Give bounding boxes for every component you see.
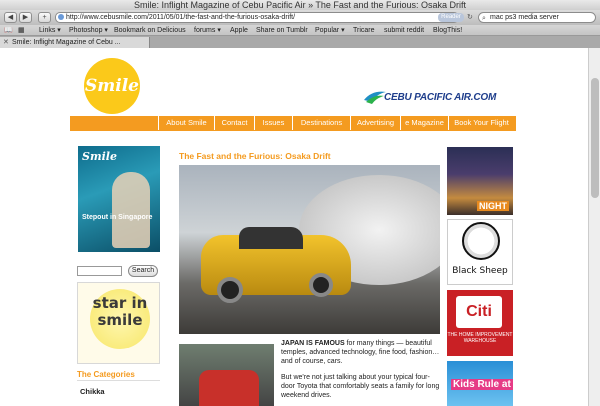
nav-book-your-flight[interactable]: Book Your Flight <box>448 116 514 130</box>
nav-about-smile[interactable]: About Smile <box>158 116 214 130</box>
ad-black-sheep-label: Black Sheep <box>452 266 508 276</box>
car-wheel-rear <box>309 273 333 297</box>
tab-smile[interactable]: ✕ Smile: Inflight Magazine of Cebu ... <box>0 37 150 48</box>
tab-bar: ✕ Smile: Inflight Magazine of Cebu ... <box>0 36 600 48</box>
article-paragraph-2: But we're not just talking about your ty… <box>281 374 440 399</box>
hero-drift-car-image <box>179 165 440 334</box>
sidebar-search-button[interactable]: Search <box>128 265 158 277</box>
ad-kids-rule[interactable]: Kids Rule at <box>447 361 513 406</box>
category-item[interactable]: Chikka <box>80 387 105 396</box>
bookmark-links[interactable]: Links ▾ <box>39 25 61 35</box>
scrollbar-thumb[interactable] <box>591 78 599 198</box>
ad-night-banner[interactable]: NIGHT <box>447 147 513 215</box>
cebu-bird-icon <box>364 91 386 104</box>
add-bookmark-button[interactable]: + <box>38 12 51 23</box>
reader-button[interactable]: Reader <box>438 13 464 22</box>
sidebar-search-input[interactable] <box>77 266 122 276</box>
sheep-icon <box>462 222 500 260</box>
grid-icon[interactable]: ▦ <box>18 25 25 35</box>
cover-title: Smile <box>82 150 117 163</box>
nav-advertising[interactable]: Advertising <box>350 116 400 130</box>
partner-name: CEBU PACIFIC AIR.COM <box>384 92 497 103</box>
lead-bold: JAPAN IS FAMOUS <box>281 340 345 347</box>
bookmark-delicious[interactable]: Bookmark on Delicious <box>114 25 186 35</box>
nav-e-magazine[interactable]: e Magazine <box>400 116 448 130</box>
car-wheel-front <box>217 277 243 303</box>
red-car-graphic <box>199 370 259 406</box>
cebu-pacific-logo[interactable]: CEBU PACIFIC AIR.COM <box>364 90 514 106</box>
globe-icon <box>58 14 64 20</box>
vertical-scrollbar[interactable] <box>588 48 600 406</box>
star-in-smile-banner[interactable]: star in smile <box>77 282 160 364</box>
tab-label: Smile: Inflight Magazine of Cebu ... <box>12 39 121 46</box>
article-paragraph-1: JAPAN IS FAMOUS for many things — beauti… <box>281 339 441 366</box>
main-nav: About Smile Contact Issues Destinations … <box>70 116 516 130</box>
open-book-icon[interactable]: 📖 <box>4 25 13 35</box>
back-button[interactable]: ◀ <box>4 12 17 23</box>
bookmark-photoshop[interactable]: Photoshop ▾ <box>69 25 108 35</box>
ad-black-sheep[interactable]: Black Sheep <box>447 219 513 285</box>
cover-model-image <box>112 172 150 248</box>
categories-heading: The Categories <box>77 370 135 379</box>
bookmark-forums[interactable]: forums ▾ <box>194 25 221 35</box>
car-windshield <box>239 227 303 249</box>
article-intro: JAPAN IS FAMOUS for many things — beauti… <box>281 339 441 406</box>
toolbar: ◀ ▶ + http://www.cebusmile.com/2011/05/0… <box>0 10 600 25</box>
magazine-cover[interactable]: Smile Stepout in Singapore <box>78 146 160 252</box>
bookmark-popular[interactable]: Popular ▾ <box>315 25 345 35</box>
ad-kids-label: Kids Rule at <box>451 379 513 390</box>
nav-issues[interactable]: Issues <box>254 116 292 130</box>
bookmarks-bar: 📖 ▦ Links ▾ Photoshop ▾ Bookmark on Deli… <box>0 25 600 36</box>
forward-button[interactable]: ▶ <box>19 12 32 23</box>
smile-logo[interactable]: Smile <box>84 58 140 114</box>
bookmark-tricare[interactable]: Tricare <box>353 25 375 35</box>
star-in-smile-text: star in smile <box>92 294 148 329</box>
bookmark-blogthis[interactable]: BlogThis! <box>433 25 462 35</box>
article-title[interactable]: The Fast and the Furious: Osaka Drift <box>179 151 331 161</box>
close-tab-icon[interactable]: ✕ <box>3 37 9 48</box>
reload-icon[interactable]: ↻ <box>467 12 475 23</box>
categories-divider <box>77 380 160 381</box>
nav-underline <box>70 130 516 131</box>
url-text: http://www.cebusmile.com/2011/05/01/the-… <box>66 14 296 21</box>
address-bar[interactable]: http://www.cebusmile.com/2011/05/01/the-… <box>55 12 459 23</box>
bookmark-apple[interactable]: Apple <box>230 25 248 35</box>
nav-contact[interactable]: Contact <box>214 116 254 130</box>
search-icon: ⌕ <box>482 15 486 22</box>
search-field[interactable]: ⌕ mac ps3 media server <box>478 12 596 23</box>
bookmark-tumblr[interactable]: Share on Tumblr <box>256 25 308 35</box>
bookmark-reddit[interactable]: submit reddit <box>384 25 424 35</box>
citi-logo: Citi <box>456 296 502 328</box>
ad-citi-hardware[interactable]: Citi THE HOME IMPROVEMENT WAREHOUSE <box>447 290 513 356</box>
ad-night-label: NIGHT <box>477 201 509 211</box>
cover-story: Stepout in Singapore <box>82 214 153 221</box>
citi-tagline: THE HOME IMPROVEMENT WAREHOUSE <box>447 332 513 344</box>
window-title: Smile: Inflight Magazine of Cebu Pacific… <box>0 0 600 10</box>
nav-destinations[interactable]: Destinations <box>292 116 350 130</box>
article-thumbnail-image <box>179 344 274 406</box>
search-field-value: mac ps3 media server <box>490 14 559 21</box>
